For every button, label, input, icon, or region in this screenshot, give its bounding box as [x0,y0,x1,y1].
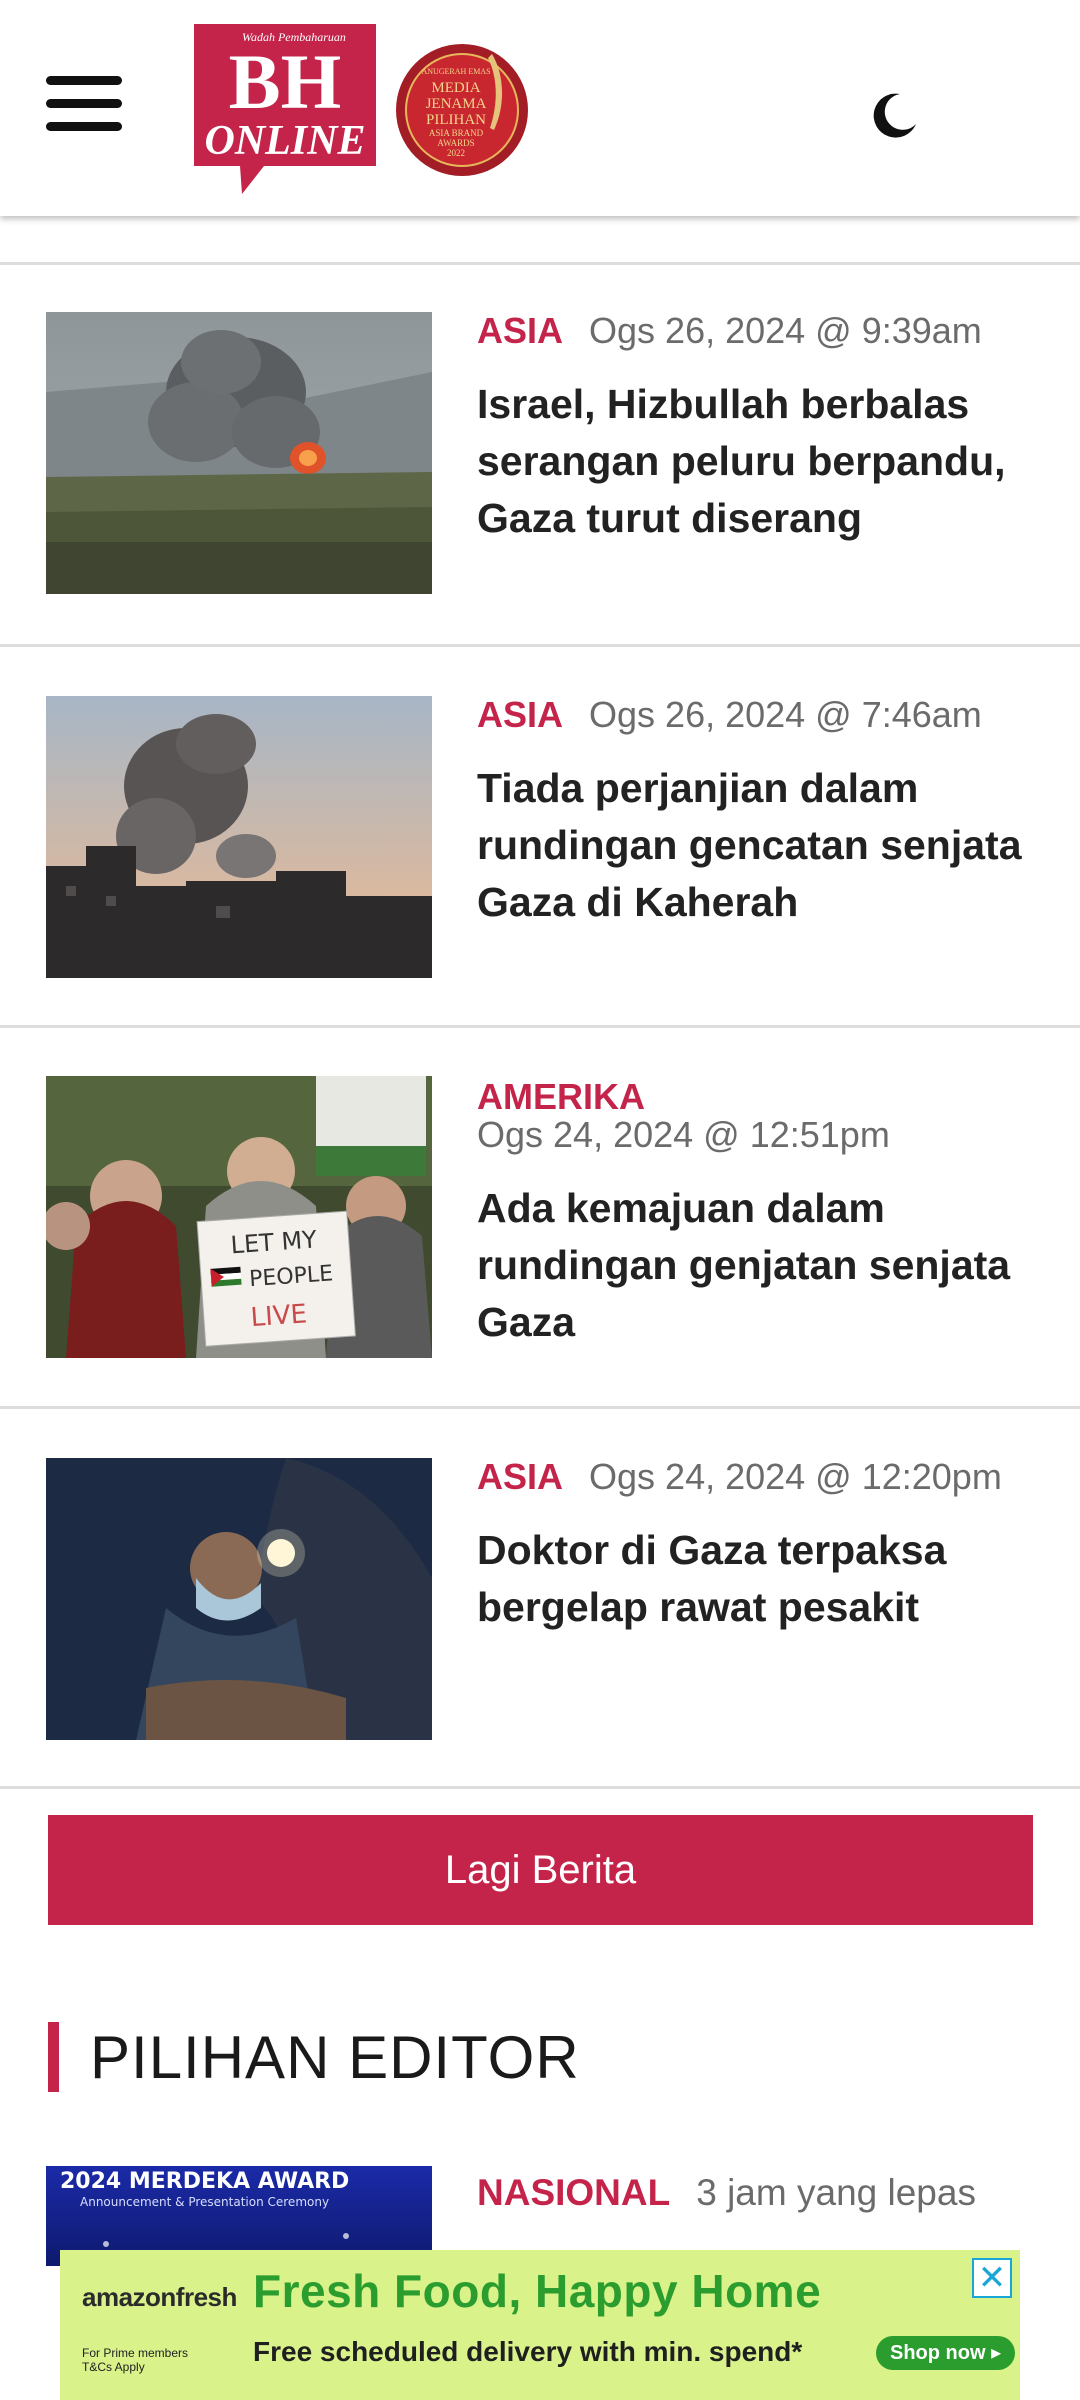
svg-text:ASIA BRAND: ASIA BRAND [429,128,484,138]
article-title[interactable]: Israel, Hizbullah berbalas serangan pelu… [477,376,1040,547]
article-thumbnail[interactable]: LET MY PEOPLE LIVE [46,1076,432,1358]
svg-text:2024 MERDEKA AWARD: 2024 MERDEKA AWARD [60,2169,349,2194]
article-date: Ogs 26, 2024 @ 7:46am [589,694,982,735]
article-date: Ogs 24, 2024 @ 12:20pm [589,1456,1002,1497]
logo-bh-text: BH [229,38,342,125]
article-item[interactable]: ASIA Ogs 24, 2024 @ 12:20pm Doktor di Gaz… [0,1456,1080,1786]
category-label[interactable]: ASIA [477,310,563,351]
ad-brand-subtext: For Prime members T&Cs Apply [82,2346,189,2374]
section-title: PILIHAN EDITOR [90,2024,580,2091]
article-thumbnail[interactable] [46,696,432,978]
article-item[interactable]: ASIA Ogs 26, 2024 @ 9:39am Israel, Hizbul… [0,310,1080,640]
divider [0,1786,1080,1789]
svg-text:PILIHAN: PILIHAN [426,112,486,128]
divider [0,644,1080,647]
article-item[interactable]: ASIA Ogs 26, 2024 @ 7:46am Tiada perjanji… [0,694,1080,1014]
divider [0,1406,1080,1409]
article-meta: AMERIKA Ogs 24, 2024 @ 12:51pm [477,1076,1050,1156]
category-label[interactable]: NASIONAL [477,2172,670,2213]
svg-text:AWARDS: AWARDS [437,138,474,148]
ad-close-icon[interactable]: ✕ [972,2258,1012,2298]
article-thumbnail[interactable] [46,312,432,594]
svg-text:Announcement & Presentation Ce: Announcement & Presentation Ceremony [80,2195,329,2209]
article-title[interactable]: Doktor di Gaza terpaksa bergelap rawat p… [477,1522,1040,1636]
category-label[interactable]: AMERIKA [477,1076,645,1117]
divider [0,262,1080,265]
svg-text:JENAMA: JENAMA [426,96,487,112]
bh-online-logo[interactable]: Wadah Pembaharuan BH ONLINE [194,24,376,194]
article-title[interactable]: Ada kemajuan dalam rundingan genjatan se… [477,1180,1040,1351]
article-meta: ASIA Ogs 24, 2024 @ 12:20pm [477,1456,1050,1498]
article-date: Ogs 24, 2024 @ 12:51pm [477,1114,890,1155]
article-thumbnail[interactable] [46,1458,432,1740]
article-meta: ASIA Ogs 26, 2024 @ 7:46am [477,694,1050,736]
site-header: Wadah Pembaharuan BH ONLINE ANUGERAH EMA… [0,0,1080,216]
article-date: Ogs 26, 2024 @ 9:39am [589,310,982,351]
ad-headline: Fresh Food, Happy Home [253,2265,822,2317]
ad-banner[interactable]: amazonfresh For Prime members T&Cs Apply… [60,2250,1020,2400]
article-item[interactable]: LET MY PEOPLE LIVE AMERIKA Ogs 24, 2024 … [0,1076,1080,1396]
more-news-button[interactable]: Lagi Berita [48,1815,1033,1925]
logo-online-text: ONLINE [204,118,365,164]
category-label[interactable]: ASIA [477,1456,563,1497]
moon-icon[interactable] [870,90,920,140]
article-meta: ASIA Ogs 26, 2024 @ 9:39am [477,310,1050,352]
ad-brand-logo: amazonfresh [82,2282,237,2312]
svg-text:MEDIA: MEDIA [431,80,480,96]
ad-subtext: Free scheduled delivery with min. spend* [253,2336,803,2367]
svg-text:ANUGERAH EMAS: ANUGERAH EMAS [421,67,490,76]
section-accent-bar [48,2022,59,2092]
article-title[interactable]: Tiada perjanjian dalam rundingan gencata… [477,760,1040,931]
hamburger-menu-icon[interactable] [46,76,126,132]
svg-text:LIVE: LIVE [250,1299,308,1333]
article-date: 3 jam yang lepas [696,2172,976,2213]
svg-text:2022: 2022 [447,148,465,158]
editor-pick-meta: NASIONAL 3 jam yang lepas [477,2172,976,2214]
award-seal-logo: ANUGERAH EMAS MEDIA JENAMA PILIHAN ASIA … [396,44,528,176]
divider [0,1025,1080,1028]
ad-shop-now-button[interactable]: Shop now ▸ [876,2336,1016,2370]
category-label[interactable]: ASIA [477,694,563,735]
